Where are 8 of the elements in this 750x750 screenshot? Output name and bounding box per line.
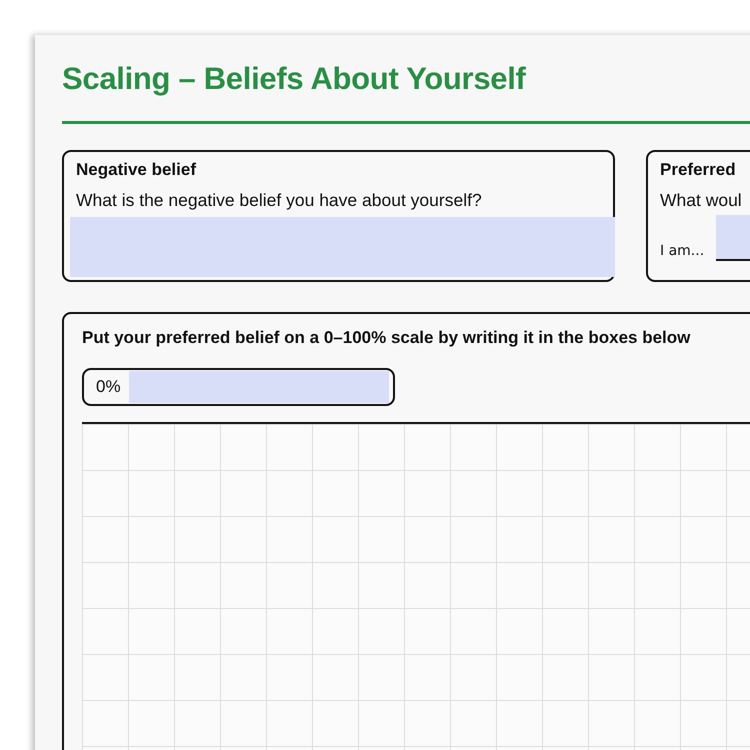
answer-label: I am... [660, 243, 704, 261]
card-prompt: What woul [660, 190, 743, 211]
scale-instruction: Put your preferred belief on a 0–100% scale by writing it in the boxes below [82, 328, 692, 348]
card-prompt: What is the negative belief you have about yourself? [76, 190, 483, 211]
card-heading: Preferred [660, 160, 737, 180]
card-heading: Negative belief [76, 160, 197, 180]
worksheet-title: Scaling – Beliefs About Yourself [62, 60, 527, 97]
scale-start-label: 0% [96, 377, 121, 397]
